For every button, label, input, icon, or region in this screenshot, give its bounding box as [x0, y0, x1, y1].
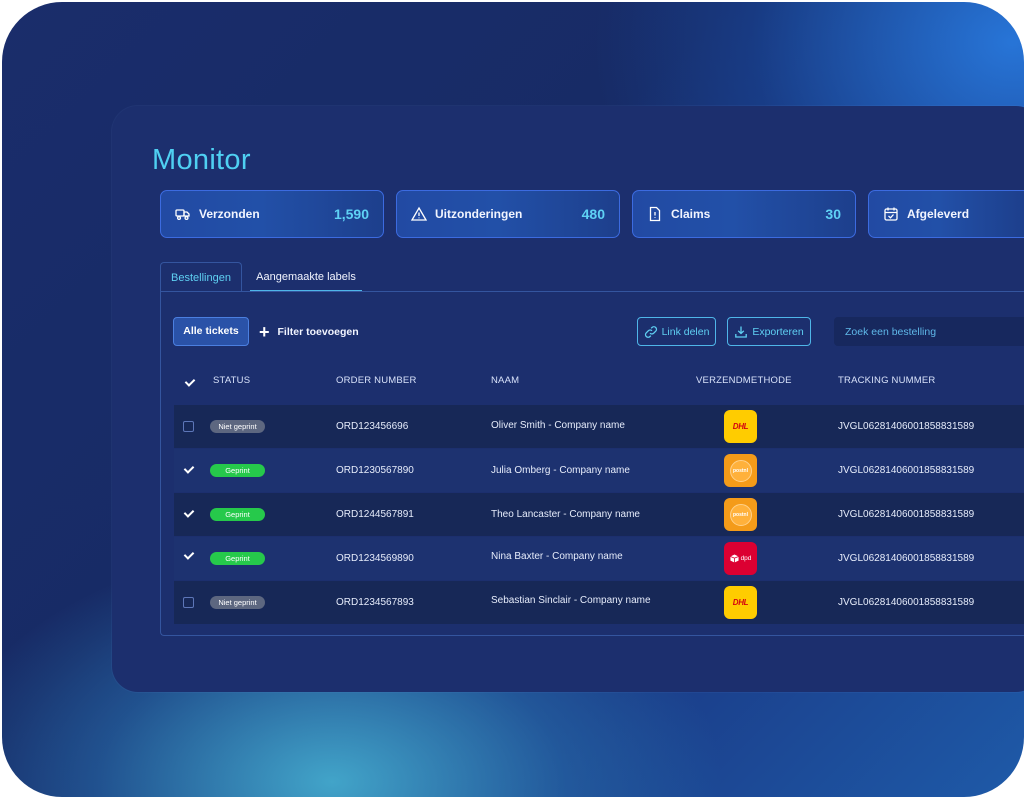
tracking-number: JVGL06281406001858831589: [838, 509, 975, 520]
row-checkbox[interactable]: [183, 597, 194, 608]
customer-name: Nina Baxter - Company name: [491, 551, 623, 562]
add-filter-label: Filter toevoegen: [277, 325, 359, 338]
postnl-logo-icon: postnl: [724, 498, 757, 531]
calendar-check-icon: [883, 206, 899, 222]
status-badge: Geprint: [210, 464, 265, 477]
stat-label: Afgeleverd: [907, 207, 970, 221]
add-filter-button[interactable]: + Filter toevoegen: [259, 317, 359, 346]
header-order-number[interactable]: ORDER NUMBER: [336, 375, 417, 386]
table-row[interactable]: Geprint ORD1230567890 Julia Omberg - Com…: [174, 449, 1024, 492]
stat-value: 30: [825, 206, 841, 222]
status-badge: Geprint: [210, 508, 265, 521]
document-icon: [647, 206, 663, 222]
status-badge: Niet geprint: [210, 420, 265, 433]
truck-icon: [175, 206, 191, 222]
row-checkbox[interactable]: [183, 550, 194, 561]
tracking-number: JVGL06281406001858831589: [838, 597, 975, 608]
all-tickets-button[interactable]: Alle tickets: [173, 317, 249, 346]
share-link-button[interactable]: Link delen: [637, 317, 716, 346]
search-input[interactable]: [834, 317, 1024, 346]
tab-bestellingen[interactable]: Bestellingen: [160, 262, 242, 292]
tracking-number: JVGL06281406001858831589: [838, 465, 975, 476]
select-all-checkbox[interactable]: [184, 377, 195, 388]
row-checkbox[interactable]: [183, 508, 194, 519]
table-row[interactable]: Niet geprint ORD123456696 Oliver Smith -…: [174, 405, 1024, 448]
header-status[interactable]: STATUS: [213, 375, 250, 386]
stat-card-uitzonderingen[interactable]: Uitzonderingen 480: [396, 190, 620, 238]
stat-label: Uitzonderingen: [435, 207, 523, 221]
order-number: ORD1234567893: [336, 597, 414, 608]
link-icon: [644, 325, 657, 338]
plus-icon: +: [259, 321, 270, 342]
tracking-number: JVGL06281406001858831589: [838, 553, 975, 564]
table-row[interactable]: Niet geprint ORD1234567893 Sebastian Sin…: [174, 581, 1024, 624]
customer-name: Theo Lancaster - Company name: [491, 509, 640, 520]
tab-bar: Bestellingen Aangemaakte labels: [160, 262, 1024, 292]
stat-value: 1,590: [333, 206, 369, 222]
tab-aangemaakte-labels[interactable]: Aangemaakte labels: [250, 262, 362, 292]
export-label: Exporteren: [752, 325, 804, 338]
dhl-logo-icon: DHL: [724, 410, 757, 443]
row-checkbox[interactable]: [183, 421, 194, 432]
stat-label: Claims: [671, 207, 711, 221]
export-button[interactable]: Exporteren: [727, 317, 811, 346]
stat-card-afgeleverd[interactable]: Afgeleverd: [868, 190, 1024, 238]
stat-card-verzonden[interactable]: Verzonden 1,590: [160, 190, 384, 238]
stat-label: Verzonden: [199, 207, 260, 221]
share-link-label: Link delen: [661, 325, 710, 338]
table-header: STATUS ORDER NUMBER NAAM VERZENDMETHODE …: [174, 364, 1024, 400]
stat-card-claims[interactable]: Claims 30: [632, 190, 856, 238]
row-checkbox[interactable]: [183, 464, 194, 475]
download-icon: [735, 326, 748, 338]
warning-icon: [411, 206, 427, 222]
stat-value: 480: [581, 206, 605, 222]
postnl-logo-icon: postnl: [724, 454, 757, 487]
dhl-logo-icon: DHL: [724, 586, 757, 619]
header-shipping-method[interactable]: VERZENDMETHODE: [696, 375, 792, 386]
customer-name: Oliver Smith - Company name: [491, 420, 625, 431]
page-title: Monitor: [152, 144, 251, 176]
order-number: ORD1230567890: [336, 465, 414, 476]
tracking-number: JVGL06281406001858831589: [838, 421, 975, 432]
customer-name: Julia Omberg - Company name: [491, 465, 630, 476]
order-number: ORD123456696: [336, 421, 409, 432]
status-badge: Geprint: [210, 552, 265, 565]
header-name[interactable]: NAAM: [491, 375, 519, 386]
table-row[interactable]: Geprint ORD1234569890 Nina Baxter - Comp…: [174, 537, 1024, 580]
dpd-logo-icon: dpd: [724, 542, 757, 575]
status-badge: Niet geprint: [210, 596, 265, 609]
order-number: ORD1234569890: [336, 553, 414, 564]
header-tracking[interactable]: TRACKING NUMMER: [838, 375, 935, 386]
customer-name: Sebastian Sinclair - Company name: [491, 595, 651, 606]
order-number: ORD1244567891: [336, 509, 414, 520]
table-row[interactable]: Geprint ORD1244567891 Theo Lancaster - C…: [174, 493, 1024, 536]
